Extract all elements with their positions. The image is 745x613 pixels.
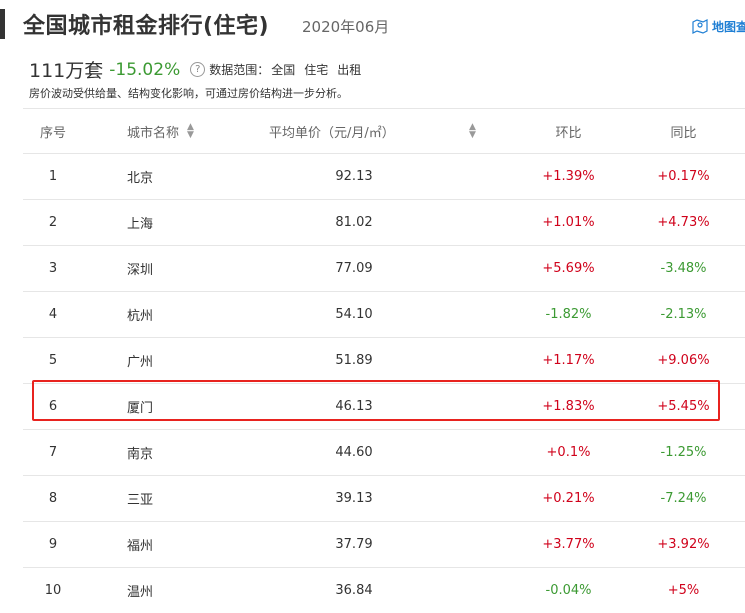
price-cell: 77.09 [335,261,373,276]
header-mom[interactable]: 环比 [531,109,606,153]
rank-cell: 7 [48,445,58,460]
price-cell: 36.84 [335,583,373,598]
mom-cell: -1.82% [545,307,592,322]
price-cell: 44.60 [335,445,373,460]
rank-cell: 9 [48,537,58,552]
price-cell: 37.79 [335,537,373,552]
table-row: 7 南京 44.60 +0.1% -1.25% [23,429,745,475]
rank-cell: 1 [48,169,58,184]
highlight-box [32,380,720,421]
table-row: 8 三亚 39.13 +0.21% -7.24% [23,475,745,521]
report-date: 2020年06月 [302,18,390,36]
yoy-cell: -1.25% [660,445,707,460]
map-link-label: 地图查 [712,19,745,34]
rank-cell: 2 [48,215,58,230]
city-cell[interactable]: 福州 [127,522,153,567]
scope-type[interactable]: 住宅 [304,61,328,78]
rank-cell: 3 [48,261,58,276]
header-price[interactable]: 平均单价（元/月/㎡） [269,109,395,153]
rent-ranking-table: 序号 城市名称 ▲ ▼ 平均单价（元/月/㎡） ▲ ▼ 环比 同比 1 北京 92.13… [23,108,745,613]
yoy-cell: +4.73% [657,215,710,230]
table-row: 1 北京 92.13 +1.39% +0.17% [23,153,745,199]
rank-cell: 5 [48,353,58,368]
analysis-note: 房价波动受供给量、结构变化影响，可通过房价结构进一步分析。 [29,87,348,100]
mom-cell: +3.77% [542,537,595,552]
rank-cell: 8 [48,491,58,506]
scope-mode[interactable]: 出租 [337,61,361,78]
scope-label: 数据范围： [209,63,270,77]
rank-cell: 4 [48,307,58,322]
price-cell: 51.89 [335,353,373,368]
rank-cell: 10 [44,583,62,598]
mom-cell: -0.04% [545,583,592,598]
header-city-label: 城市名称 [127,125,180,141]
city-cell[interactable]: 杭州 [127,292,153,337]
mom-cell: +5.69% [542,261,595,276]
header-yoy[interactable]: 同比 [646,109,721,153]
mom-cell: +1.17% [542,353,595,368]
table-row: 5 广州 51.89 +1.17% +9.06% [23,337,745,383]
scope-region[interactable]: 全国 [271,61,295,78]
page-title: 全国城市租金排行(住宅) [23,14,270,39]
city-cell[interactable]: 深圳 [127,246,153,291]
yoy-cell: +9.06% [657,353,710,368]
header-city[interactable]: 城市名称 ▲ ▼ [127,109,194,153]
price-cell: 81.02 [335,215,373,230]
table-row: 10 温州 36.84 -0.04% +5% [23,567,745,613]
header-price-label: 平均单价（元/月/㎡） [269,125,395,141]
table-header: 序号 城市名称 ▲ ▼ 平均单价（元/月/㎡） ▲ ▼ 环比 同比 [23,108,745,153]
city-cell[interactable]: 三亚 [127,476,153,521]
city-cell[interactable]: 北京 [127,154,153,199]
mom-cell: +1.01% [542,215,595,230]
price-cell: 92.13 [335,169,373,184]
yoy-cell: -2.13% [660,307,707,322]
yoy-cell: +5% [667,583,700,598]
mom-cell: +0.21% [542,491,595,506]
mom-cell: +1.39% [542,169,595,184]
table-row: 3 深圳 77.09 +5.69% -3.48% [23,245,745,291]
yoy-cell: -3.48% [660,261,707,276]
yoy-cell: +0.17% [657,169,710,184]
table-row: 9 福州 37.79 +3.77% +3.92% [23,521,745,567]
listings-change: -15.02% [109,59,181,80]
help-icon[interactable]: ? [190,62,206,77]
city-cell[interactable]: 上海 [127,200,153,245]
title-accent-bar [0,9,5,39]
map-view-link[interactable]: 地图查 [691,17,745,35]
mom-cell: +0.1% [546,445,591,460]
summary-bar: 111万套 -15.02% ? 数据范围： 全国 住宅 出租 [29,56,361,83]
city-cell[interactable]: 南京 [127,430,153,475]
yoy-cell: +3.92% [657,537,710,552]
city-cell[interactable]: 广州 [127,338,153,383]
header-rank: 序号 [39,125,66,141]
sort-icon[interactable]: ▲ ▼ [187,123,194,140]
header-price-sort[interactable]: ▲ ▼ [461,109,476,153]
sort-icon[interactable]: ▲ ▼ [469,123,476,140]
yoy-cell: -7.24% [660,491,707,506]
table-row: 2 上海 81.02 +1.01% +4.73% [23,199,745,245]
price-cell: 54.10 [335,307,373,322]
table-row: 4 杭州 54.10 -1.82% -2.13% [23,291,745,337]
total-listings: 111万套 [29,60,104,82]
price-cell: 39.13 [335,491,373,506]
city-cell[interactable]: 温州 [127,568,153,613]
map-pin-icon [692,19,708,34]
